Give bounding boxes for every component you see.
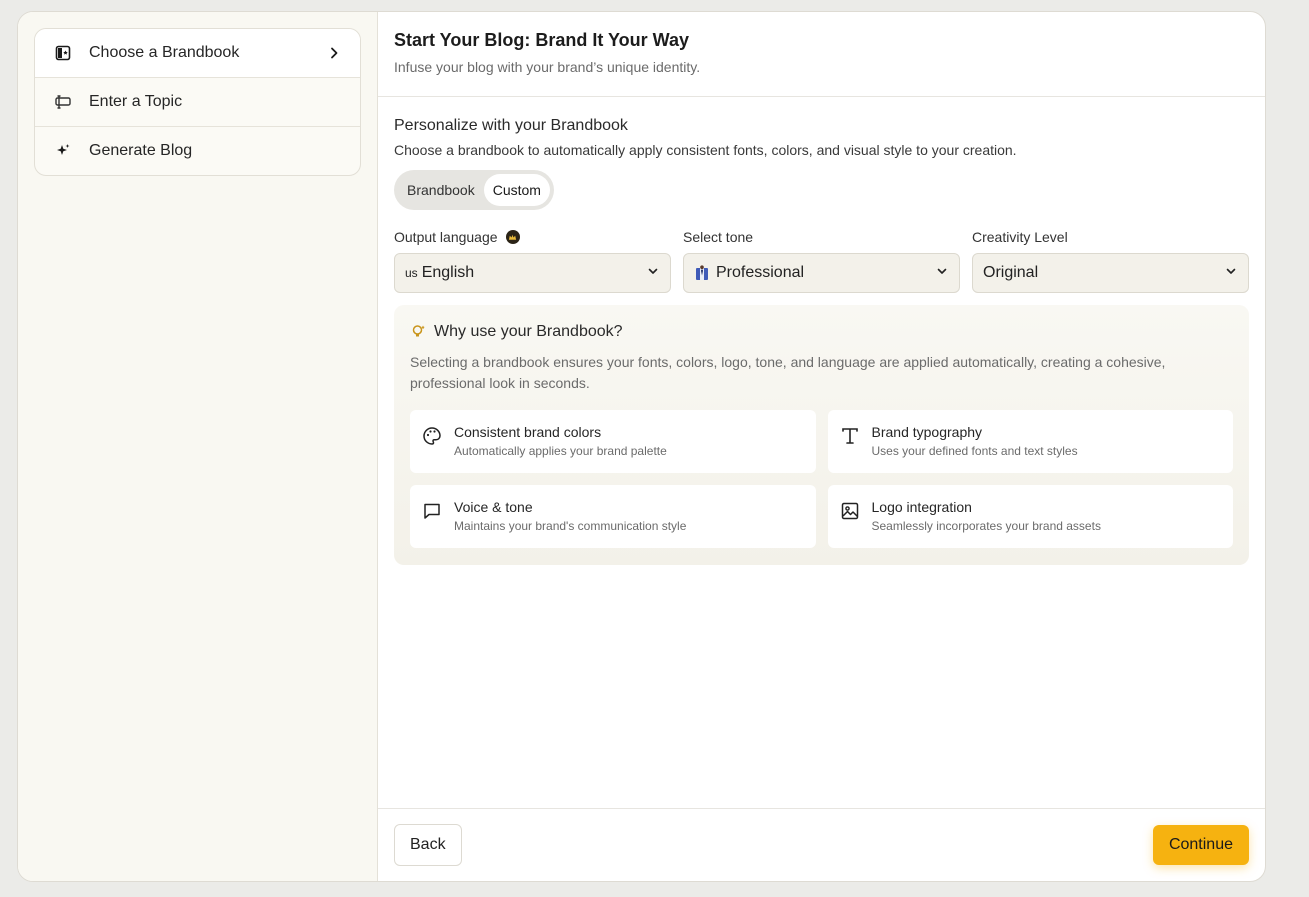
benefit-title: Brand typography [871, 424, 983, 440]
benefit-description: Maintains your brand's communication sty… [454, 519, 687, 533]
flag-us: us [405, 266, 418, 280]
palette-icon [422, 426, 442, 446]
step-list: Choose a Brandbook Enter a Topic Generat… [34, 28, 361, 176]
lightbulb-icon [410, 323, 428, 341]
creativity-field: Creativity Level Original [972, 228, 1249, 293]
back-button[interactable]: Back [394, 824, 462, 866]
benefit-card: Consistent brand colors Automatically ap… [410, 410, 816, 473]
chevron-right-icon [326, 45, 342, 61]
benefit-card: Voice & tone Maintains your brand's comm… [410, 485, 816, 548]
toggle-custom[interactable]: Custom [483, 174, 550, 206]
image-icon [840, 501, 860, 521]
page-title: Start Your Blog: Brand It Your Way [394, 30, 690, 50]
tone-value: Professional [716, 264, 805, 281]
language-select[interactable]: us English [394, 253, 671, 293]
brandbook-mode-toggle: Brandbook Custom [394, 170, 554, 210]
step-choose-brandbook[interactable]: Choose a Brandbook [35, 29, 360, 77]
crown-icon [505, 230, 520, 244]
language-value: English [421, 264, 475, 281]
chevron-down-icon [646, 264, 660, 283]
page-header: Start Your Blog: Brand It Your Way Infus… [378, 12, 1265, 97]
businessperson-icon [694, 265, 710, 281]
footer-bar: Back Continue [378, 808, 1265, 881]
step-label: Generate Blog [89, 142, 193, 159]
why-title: Why use your Brandbook? [434, 323, 623, 340]
brandbook-icon [53, 43, 73, 63]
settings-fields: Output language us English Select tone P… [394, 228, 1249, 293]
benefit-description: Automatically applies your brand palette [454, 444, 667, 458]
tone-select[interactable]: Professional [683, 253, 960, 293]
page-subtitle: Infuse your blog with your brand’s uniqu… [394, 59, 701, 75]
benefit-description: Seamlessly incorporates your brand asset… [871, 519, 1101, 533]
continue-button[interactable]: Continue [1152, 825, 1249, 865]
benefit-description: Uses your defined fonts and text styles [871, 444, 1078, 458]
chevron-down-icon [1224, 264, 1238, 283]
language-field: Output language us English [394, 228, 671, 293]
why-heading: Why use your Brandbook? [410, 323, 1233, 341]
step-label: Choose a Brandbook [89, 44, 240, 61]
brandbook-section-description: Choose a brandbook to automatically appl… [394, 142, 1017, 158]
message-icon [422, 501, 442, 521]
step-label: Enter a Topic [89, 93, 183, 110]
brandbook-section-title: Personalize with your Brandbook [394, 117, 628, 134]
benefit-title: Consistent brand colors [454, 424, 602, 440]
step-generate-blog[interactable]: Generate Blog [35, 126, 360, 175]
tone-label: Select tone [683, 229, 754, 245]
sidebar: Choose a Brandbook Enter a Topic Generat… [18, 12, 378, 881]
why-brandbook-panel: Why use your Brandbook? Selecting a bran… [394, 305, 1249, 565]
why-description: Selecting a brandbook ensures your fonts… [410, 354, 1166, 391]
benefit-title: Voice & tone [454, 499, 533, 515]
typography-icon [840, 426, 860, 446]
toggle-brandbook[interactable]: Brandbook [398, 174, 484, 206]
tone-field: Select tone Professional [683, 228, 960, 293]
app-window: Choose a Brandbook Enter a Topic Generat… [17, 11, 1266, 882]
benefit-cards: Consistent brand colors Automatically ap… [410, 410, 1233, 548]
creativity-label: Creativity Level [972, 229, 1068, 245]
chevron-down-icon [935, 264, 949, 283]
benefit-card: Logo integration Seamlessly incorporates… [827, 485, 1233, 548]
content: Personalize with your Brandbook Choose a… [378, 97, 1265, 881]
creativity-value: Original [983, 264, 1039, 281]
language-label: Output language [394, 228, 671, 246]
topic-icon [53, 92, 73, 112]
step-enter-topic[interactable]: Enter a Topic [35, 77, 360, 126]
main-panel: Start Your Blog: Brand It Your Way Infus… [378, 12, 1265, 881]
benefit-card: Brand typography Uses your defined fonts… [827, 410, 1233, 473]
sparkles-icon [53, 141, 73, 161]
benefit-title: Logo integration [871, 499, 972, 515]
language-label-text: Output language [394, 229, 498, 245]
creativity-select[interactable]: Original [972, 253, 1249, 293]
